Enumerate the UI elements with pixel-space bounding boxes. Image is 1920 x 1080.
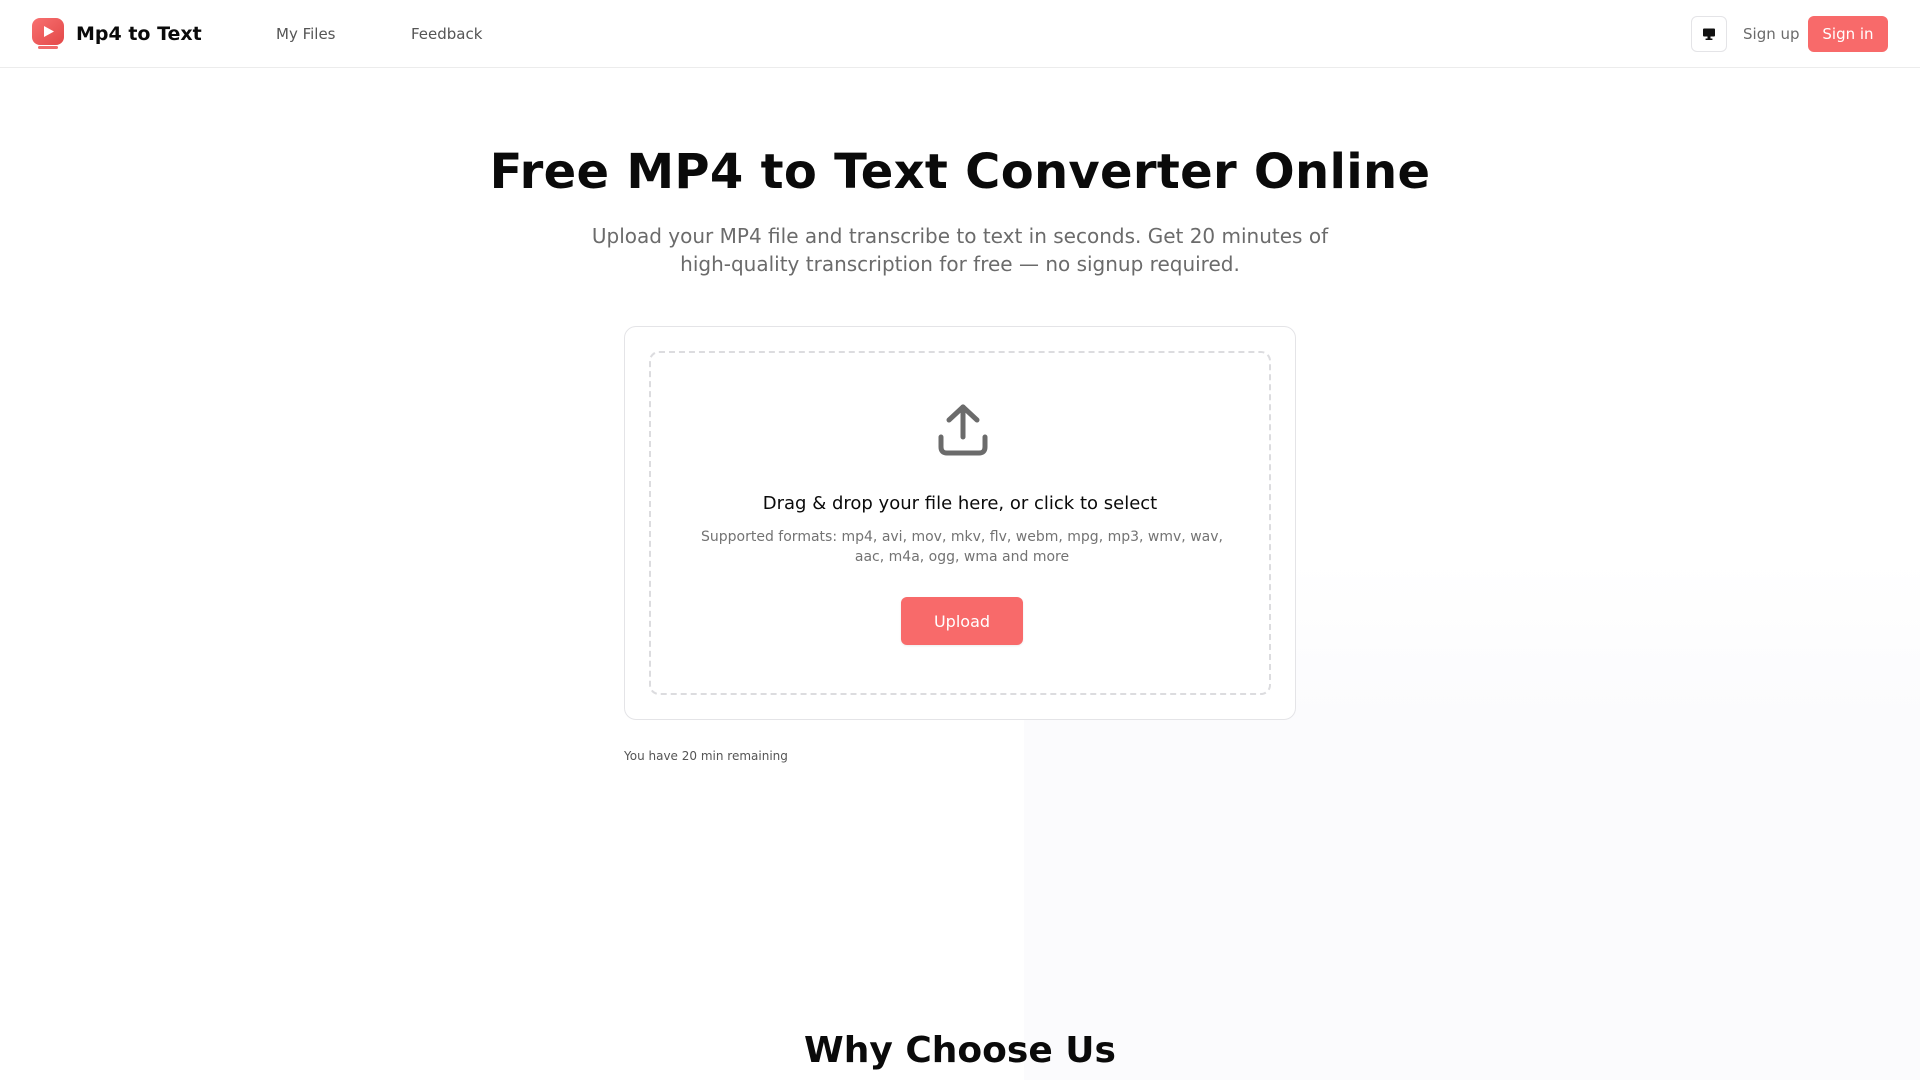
theme-toggle-button[interactable] xyxy=(1691,16,1727,52)
supported-formats-text: Supported formats: mp4, avi, mov, mkv, f… xyxy=(701,529,1223,565)
upload-icon xyxy=(938,404,988,456)
brand-name: Mp4 to Text xyxy=(76,23,202,45)
top-navbar: Mp4 to Text My Files Feedback Sign up Si… xyxy=(0,0,1920,68)
why-choose-us-heading: Why Choose Us xyxy=(804,1030,1116,1071)
upload-button[interactable]: Upload xyxy=(901,597,1023,645)
signup-link[interactable]: Sign up xyxy=(1743,25,1800,43)
brand-logo-link[interactable]: Mp4 to Text xyxy=(32,18,202,50)
page-title: Free MP4 to Text Converter Online xyxy=(489,144,1431,200)
file-dropzone[interactable]: Drag & drop your file here, or click to … xyxy=(649,351,1271,695)
upload-card: Drag & drop your file here, or click to … xyxy=(624,326,1296,720)
dropzone-title: Drag & drop your file here, or click to … xyxy=(762,493,1158,514)
page-subtitle: Upload your MP4 file and transcribe to t… xyxy=(591,224,1329,276)
remaining-minutes-text: You have 20 min remaining xyxy=(624,749,788,763)
play-logo-icon xyxy=(32,18,64,49)
nav-my-files[interactable]: My Files xyxy=(276,25,336,43)
monitor-icon xyxy=(1703,28,1715,40)
nav-feedback[interactable]: Feedback xyxy=(411,25,482,43)
signin-button[interactable]: Sign in xyxy=(1808,16,1888,52)
